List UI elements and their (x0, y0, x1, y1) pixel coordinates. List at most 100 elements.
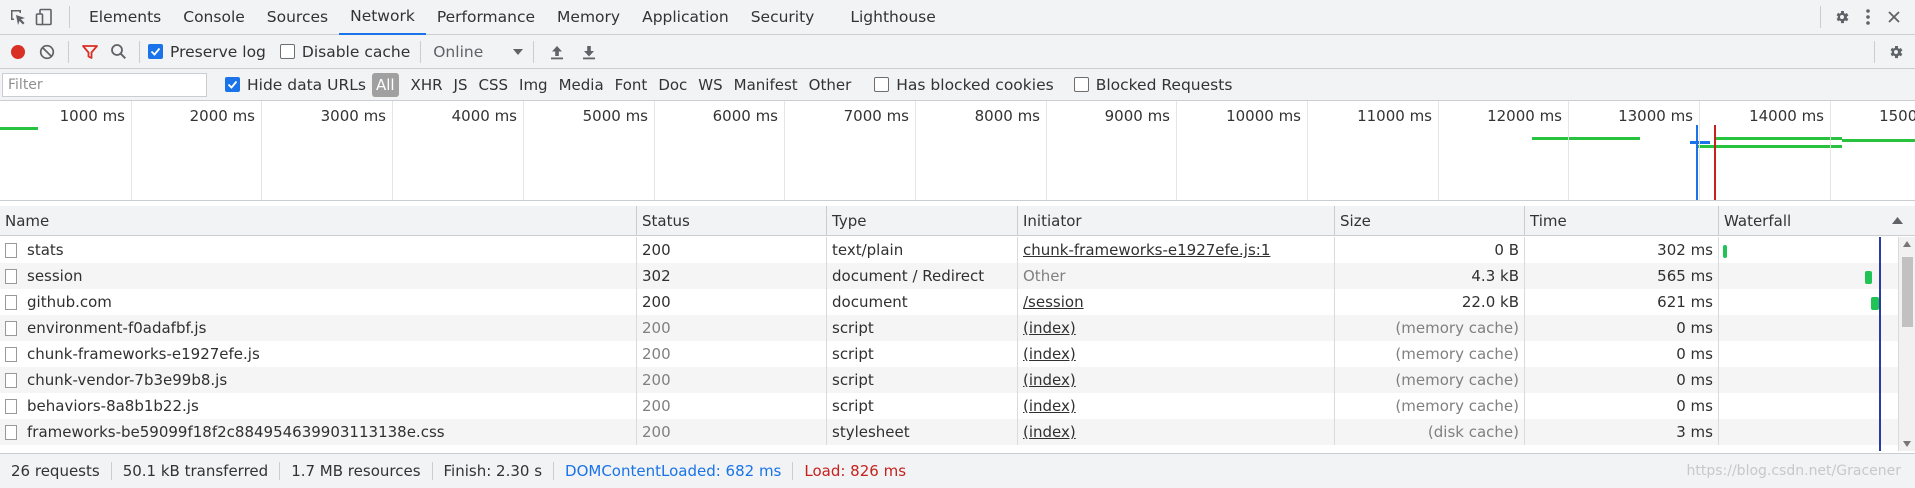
type-filter-ws[interactable]: WS (694, 73, 726, 97)
timeline-overview[interactable]: 1000 ms 2000 ms 3000 ms 4000 ms 5000 ms 6000 … (0, 101, 1915, 201)
request-initiator[interactable]: /session (1023, 293, 1084, 311)
column-header-initiator[interactable]: Initiator (1018, 206, 1335, 236)
tab-security[interactable]: Security (740, 0, 826, 35)
request-name[interactable]: behaviors-8a8b1b22.js (27, 397, 199, 415)
request-initiator[interactable]: (index) (1023, 345, 1076, 363)
device-toolbar-icon[interactable] (31, 4, 57, 30)
scroll-down-icon[interactable] (1903, 441, 1911, 447)
type-filter-js[interactable]: JS (450, 73, 472, 97)
clear-icon[interactable] (34, 39, 60, 65)
table-row[interactable]: session 302 document / Redirect Other 4.3 kB… (0, 263, 1898, 289)
request-initiator[interactable]: (index) (1023, 319, 1076, 337)
request-name[interactable]: environment-f0adafbf.js (27, 319, 206, 337)
request-count: 26 requests (11, 462, 100, 480)
tab-sources[interactable]: Sources (256, 0, 339, 35)
table-row[interactable]: stats 200 text/plain chunk-frameworks-e1927… (0, 237, 1898, 263)
tab-console[interactable]: Console (172, 0, 256, 35)
table-row[interactable]: environment-f0adafbf.js 200 script (index) (… (0, 315, 1898, 341)
close-icon[interactable] (1881, 4, 1907, 30)
request-name[interactable]: chunk-frameworks-e1927efe.js (27, 345, 260, 363)
tab-memory[interactable]: Memory (546, 0, 631, 35)
separator (139, 40, 140, 63)
tab-network[interactable]: Network (339, 0, 426, 35)
request-name[interactable]: github.com (27, 293, 112, 311)
throttling-select[interactable]: Online (433, 43, 524, 61)
request-time: 0 ms (1676, 345, 1713, 363)
tab-elements[interactable]: Elements (78, 0, 172, 35)
preserve-log-checkbox[interactable] (148, 44, 163, 59)
overview-gridline (1046, 101, 1047, 200)
blocked-requests-toggle[interactable]: Blocked Requests (1073, 75, 1233, 94)
type-filter-media[interactable]: Media (555, 73, 608, 97)
request-name[interactable]: session (27, 267, 83, 285)
blocked-requests-label: Blocked Requests (1095, 75, 1233, 94)
hide-data-urls-toggle[interactable]: Hide data URLs (225, 76, 366, 94)
table-row[interactable]: chunk-vendor-7b3e99b8.js 200 script (index)… (0, 367, 1898, 393)
request-name[interactable]: chunk-vendor-7b3e99b8.js (27, 371, 227, 389)
request-name[interactable]: frameworks-be59099f18f2c8849546399031131… (27, 423, 445, 441)
overview-tick-label: 13000 ms (1618, 107, 1693, 125)
network-settings-gear-icon[interactable] (1883, 39, 1909, 65)
scroll-up-icon[interactable] (1903, 241, 1911, 247)
type-filter-all[interactable]: All (371, 72, 399, 97)
overview-request-bar (1842, 139, 1915, 142)
request-size: (memory cache) (1395, 319, 1519, 337)
preserve-log-toggle[interactable]: Preserve log (148, 43, 266, 61)
type-filter-manifest[interactable]: Manifest (730, 73, 802, 97)
inspect-element-icon[interactable] (5, 4, 31, 30)
tab-performance[interactable]: Performance (426, 0, 546, 35)
search-icon[interactable] (105, 39, 131, 65)
record-icon[interactable] (5, 39, 31, 65)
filter-input[interactable] (2, 72, 207, 97)
type-filter-xhr[interactable]: XHR (407, 73, 447, 97)
has-blocked-cookies-toggle[interactable]: Has blocked cookies (874, 76, 1054, 94)
type-filter-doc[interactable]: Doc (654, 73, 691, 97)
request-time: 0 ms (1676, 397, 1713, 415)
more-options-icon[interactable] (1855, 4, 1881, 30)
request-name[interactable]: stats (27, 241, 64, 259)
cell-type: text/plain (827, 237, 1018, 263)
cell-status: 200 (637, 289, 827, 315)
request-initiator[interactable]: chunk-frameworks-e1927efe.js:1 (1023, 241, 1270, 259)
document-file-icon (5, 294, 17, 310)
overview-tick-label: 5000 ms (582, 107, 648, 125)
disable-cache-toggle[interactable]: Disable cache (279, 43, 410, 61)
table-row[interactable]: github.com 200 document/session 22.0 kB 621 … (0, 289, 1898, 315)
request-status: 200 (642, 371, 671, 389)
settings-gear-icon[interactable] (1829, 4, 1855, 30)
hide-data-urls-checkbox[interactable] (225, 77, 240, 92)
column-header-waterfall[interactable]: Waterfall (1719, 206, 1915, 236)
cell-waterfall (1719, 263, 1898, 289)
tab-lighthouse[interactable]: Lighthouse (839, 0, 946, 35)
has-blocked-cookies-checkbox[interactable] (874, 77, 890, 92)
blocked-requests-checkbox[interactable] (1073, 77, 1089, 92)
column-header-time[interactable]: Time (1525, 206, 1719, 236)
cell-time: 621 ms (1525, 289, 1719, 315)
filter-icon[interactable] (77, 39, 103, 65)
table-row[interactable]: behaviors-8a8b1b22.js 200 script (index) (me… (0, 393, 1898, 419)
scrollbar-thumb[interactable] (1902, 257, 1913, 327)
request-initiator[interactable]: (index) (1023, 423, 1076, 441)
disable-cache-checkbox[interactable] (279, 44, 295, 59)
request-initiator[interactable]: (index) (1023, 371, 1076, 389)
type-filter-font[interactable]: Font (611, 73, 652, 97)
summary-bar: 26 requests 50.1 kB transferred 1.7 MB r… (0, 453, 1915, 488)
column-header-size[interactable]: Size (1335, 206, 1525, 236)
request-initiator[interactable]: (index) (1023, 397, 1076, 415)
tab-application[interactable]: Application (631, 0, 740, 35)
table-row[interactable]: chunk-frameworks-e1927efe.js 200 script (in… (0, 341, 1898, 367)
column-header-type[interactable]: Type (827, 206, 1018, 236)
type-filter-css[interactable]: CSS (474, 73, 512, 97)
column-header-status[interactable]: Status (637, 206, 827, 236)
scrollbar[interactable] (1898, 237, 1915, 451)
cell-name: environment-f0adafbf.js (0, 315, 637, 341)
import-har-icon[interactable] (544, 39, 570, 65)
waterfall-bar (1865, 271, 1872, 284)
column-header-waterfall-label: Waterfall (1724, 212, 1792, 230)
export-har-icon[interactable] (576, 39, 602, 65)
column-header-name[interactable]: Name (0, 206, 637, 236)
type-filter-other[interactable]: Other (805, 73, 856, 97)
type-filter-img[interactable]: Img (515, 73, 552, 97)
overview-gridline (1307, 101, 1308, 200)
table-row[interactable]: frameworks-be59099f18f2c8849546399031131… (0, 419, 1898, 445)
